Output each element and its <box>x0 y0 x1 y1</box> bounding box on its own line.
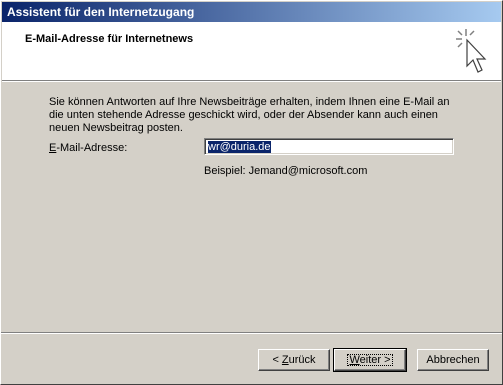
window-title: Assistent für den Internetzugang <box>7 5 195 19</box>
next-button-mnemonic: W <box>349 354 360 366</box>
wizard-sparkle-cursor-icon <box>456 29 487 73</box>
back-button-label: urück <box>288 354 316 366</box>
title-bar[interactable]: Assistent für den Internetzugang <box>2 2 501 22</box>
wizard-header: E-Mail-Adresse für Internetnews <box>2 22 501 82</box>
example-text: Beispiel: Jemand@microsoft.com <box>204 165 368 177</box>
email-label: E-Mail-Adresse: <box>49 142 127 154</box>
page-title: E-Mail-Adresse für Internetnews <box>25 33 194 45</box>
cancel-button[interactable]: Abbrechen <box>417 349 489 371</box>
email-label-text: -Mail-Adresse: <box>56 142 128 154</box>
next-button[interactable]: Weiter > <box>333 348 407 372</box>
wizard-window: Assistent für den Internetzugang E-Mail-… <box>0 0 503 385</box>
email-field[interactable]: wr@duria.de <box>204 138 454 155</box>
next-button-focus: Weiter > <box>347 354 393 366</box>
next-button-label: eiter > <box>359 354 391 366</box>
email-field-value[interactable]: wr@duria.de <box>208 141 271 153</box>
description-text: Sie können Antworten auf Ihre Newsbeiträ… <box>49 96 450 134</box>
back-button-prefix: < <box>272 354 282 366</box>
back-button-mnemonic: Z <box>281 354 289 366</box>
footer-divider-highlight <box>1 333 502 334</box>
back-button[interactable]: < Zurück <box>258 349 330 371</box>
